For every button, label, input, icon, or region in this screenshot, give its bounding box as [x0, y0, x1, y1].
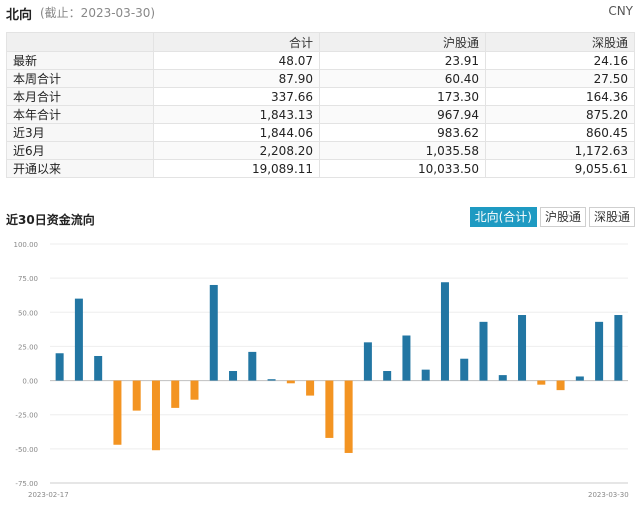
cell-shenzhen: 860.45	[485, 123, 635, 142]
y-tick-label: -25.00	[15, 412, 38, 420]
cell-shanghai: 1,035.58	[319, 141, 487, 160]
chart-bar	[537, 380, 546, 385]
cell-total: 1,843.13	[152, 105, 321, 124]
chart-bar	[575, 376, 584, 381]
table-row: 近3月 1,844.06 983.62 860.45	[6, 123, 635, 142]
page-title: 北向	[6, 8, 33, 23]
cell-shanghai: 967.94	[319, 105, 487, 124]
row-label: 近6月	[6, 141, 154, 160]
cell-shenzhen: 24.16	[485, 51, 635, 70]
chart-bar	[556, 380, 565, 391]
cell-shanghai: 60.40	[319, 69, 487, 88]
cell-shenzhen: 27.50	[485, 69, 635, 88]
table-row: 最新 48.07 23.91 24.16	[6, 51, 635, 70]
table-header-row: 合计 沪股通 深股通	[6, 32, 635, 52]
chart-bar	[595, 321, 604, 381]
header: 北向 (截止：2023-03-30) CNY	[0, 0, 641, 26]
table-row: 本周合计 87.90 60.40 27.50	[6, 69, 635, 88]
chart-bar	[171, 380, 180, 408]
tab-shenzhen-connect[interactable]: 深股通	[588, 207, 635, 227]
chart-bar	[440, 282, 449, 381]
tab-shanghai-connect[interactable]: 沪股通	[539, 207, 586, 227]
cell-shenzhen: 1,172.63	[485, 141, 635, 160]
chart-bar	[209, 284, 218, 381]
chart-bar	[402, 335, 411, 381]
cell-shenzhen: 9,055.61	[485, 159, 635, 178]
chart-bar	[113, 380, 122, 445]
fund-flow-chart: 100.00 75.00 50.00 25.00 0.00 -25.00 -50.00 -75…	[14, 241, 629, 499]
chart-bar	[286, 380, 295, 384]
cell-shanghai: 10,033.50	[319, 159, 487, 178]
column-header-shanghai: 沪股通	[319, 32, 487, 52]
chart-bar	[325, 380, 334, 438]
y-tick-label: 100.00	[14, 241, 39, 249]
x-start-label: 2023-02-17	[28, 491, 69, 499]
section-title: 近30日资金流向	[6, 213, 95, 227]
table-row: 本年合计 1,843.13 967.94 875.20	[6, 105, 635, 124]
chart-bar	[498, 375, 507, 381]
table-row: 本月合计 337.66 173.30 164.36	[6, 87, 635, 106]
y-tick-label: 50.00	[18, 309, 38, 317]
cell-total: 337.66	[152, 87, 321, 106]
cell-shanghai: 983.62	[319, 123, 487, 142]
chart-bar	[306, 380, 315, 396]
row-label: 本年合计	[6, 105, 154, 124]
cell-total: 87.90	[152, 69, 321, 88]
chart-bar	[151, 380, 160, 451]
chart-bar	[55, 353, 64, 381]
column-header-shenzhen: 深股通	[485, 32, 635, 52]
cell-total: 19,089.11	[152, 159, 321, 178]
row-label: 开通以来	[6, 159, 154, 178]
y-tick-label: 0.00	[22, 378, 38, 386]
chart-bar	[421, 369, 430, 381]
chart-bar	[344, 380, 353, 453]
cell-total: 1,844.06	[152, 123, 321, 142]
chart-bar	[267, 379, 276, 381]
cell-shenzhen: 875.20	[485, 105, 635, 124]
table-row: 开通以来 19,089.11 10,033.50 9,055.61	[6, 159, 635, 178]
row-label: 近3月	[6, 123, 154, 142]
cell-shanghai: 173.30	[319, 87, 487, 106]
tab-northbound-total[interactable]: 北向(合计)	[469, 207, 537, 227]
row-label: 最新	[6, 51, 154, 70]
row-label: 本月合计	[6, 87, 154, 106]
chart-bar	[74, 298, 83, 381]
cutoff-date: (截止：2023-03-30)	[40, 6, 156, 20]
chart-bar	[94, 355, 103, 381]
cell-total: 2,208.20	[152, 141, 321, 160]
currency-label: CNY	[608, 4, 633, 18]
chart-bar	[363, 342, 372, 381]
row-label: 本周合计	[6, 69, 154, 88]
y-tick-label: 25.00	[18, 343, 38, 351]
chart-bar	[190, 380, 199, 400]
y-tick-label: -50.00	[15, 446, 38, 454]
chart-bar	[479, 321, 488, 381]
column-header-blank	[6, 32, 154, 52]
chart-bar	[132, 380, 141, 411]
chart-bar	[383, 371, 392, 381]
chart-bar	[248, 351, 257, 381]
x-end-label: 2023-03-30	[588, 491, 629, 499]
cell-shanghai: 23.91	[319, 51, 487, 70]
y-tick-label: 75.00	[18, 275, 38, 283]
series-tabs: 北向(合计) 沪股通 深股通	[469, 207, 635, 227]
summary-table: 合计 沪股通 深股通 最新 48.07 23.91 24.16 本周合计 87.…	[6, 32, 635, 178]
chart-bar	[460, 358, 469, 381]
column-header-total: 合计	[152, 32, 321, 52]
cell-total: 48.07	[152, 51, 321, 70]
y-tick-label: -75.00	[15, 480, 38, 488]
table-row: 近6月 2,208.20 1,035.58 1,172.63	[6, 141, 635, 160]
chart-bar	[518, 315, 527, 381]
chart-bar	[614, 315, 623, 381]
cell-shenzhen: 164.36	[485, 87, 635, 106]
chart-bar	[229, 371, 238, 381]
